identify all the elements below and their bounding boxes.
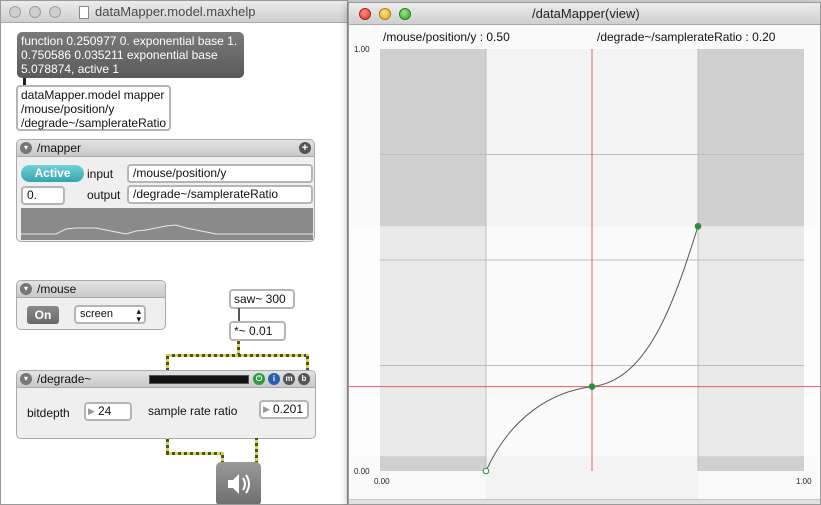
power-icon[interactable]: ⏻	[253, 373, 265, 385]
mouse-panel-title: /mouse	[37, 282, 77, 296]
bitdepth-value: 24	[98, 404, 112, 418]
updown-arrows-icon: ▴ ▾	[136, 306, 141, 324]
mouse-mode-value: screen	[80, 308, 114, 320]
bitdepth-label: bitdepth	[27, 406, 70, 420]
speaker-icon	[228, 474, 250, 494]
zoom-button[interactable]	[399, 8, 411, 20]
curve-point	[482, 467, 490, 475]
function-message-box[interactable]: function 0.250977 0. exponential base 1.…	[17, 32, 244, 78]
model-object[interactable]: dataMapper.model mapper /mouse/position/…	[16, 85, 171, 131]
collapse-icon[interactable]: ▾	[20, 283, 32, 295]
scope-trace	[21, 224, 313, 235]
minimize-button[interactable]	[29, 6, 41, 18]
number-arrow-icon: ▶	[263, 404, 270, 414]
curve-point	[694, 222, 702, 230]
sample-rate-ratio-number[interactable]: ▶ 0.201	[259, 400, 309, 419]
mapping-plot[interactable]	[349, 3, 821, 505]
mapper-panel: ▾ /mapper + Active input /mouse/position…	[16, 139, 315, 242]
mouse-on-toggle[interactable]: On	[27, 306, 59, 324]
x-max-label: 1.00	[796, 477, 812, 486]
plot-background	[380, 49, 804, 471]
y-max-label: 1.00	[354, 45, 370, 54]
mapper-panel-title: /mapper	[37, 141, 82, 155]
signal-cord	[166, 354, 169, 371]
saw-object[interactable]: saw~ 300	[229, 289, 295, 309]
collapse-icon[interactable]: ▾	[20, 373, 32, 385]
collapse-icon[interactable]: ▾	[20, 142, 32, 154]
close-button[interactable]	[9, 6, 21, 18]
dac-speaker-button[interactable]	[216, 462, 261, 504]
number-box[interactable]: 0.	[21, 186, 65, 205]
document-icon	[79, 6, 89, 19]
signal-cord	[166, 452, 223, 455]
zoom-button[interactable]	[49, 6, 61, 18]
window-title: /dataMapper(view)	[532, 6, 640, 21]
model-object-line: /degrade~/samplerateRatio	[21, 116, 167, 130]
signal-cord	[306, 354, 309, 371]
info-icon[interactable]: i	[268, 373, 280, 385]
help-patcher-window: dataMapper.model.maxhelp function 0.2509…	[0, 0, 348, 505]
model-object-line: /mouse/position/y	[21, 102, 115, 116]
add-icon[interactable]: +	[299, 142, 311, 154]
mapping-curve	[485, 226, 699, 472]
model-object-line: dataMapper.model mapper	[21, 88, 165, 102]
bottom-scrollbar-track[interactable]	[349, 499, 820, 504]
x-min-label: 0.00	[374, 477, 390, 486]
titlebar: /dataMapper(view)	[349, 3, 820, 25]
minimize-button[interactable]	[379, 8, 391, 20]
sample-rate-ratio-label: sample rate ratio	[148, 404, 238, 418]
input-label: input	[87, 167, 114, 181]
mouse-panel: ▾ /mouse On screen ▴ ▾	[16, 280, 166, 330]
mapper-panel-header: ▾ /mapper +	[17, 140, 314, 157]
level-meter	[149, 375, 249, 384]
degrade-panel: ▾ /degrade~ ⏻ i m b bitdepth ▶ 24 sample…	[16, 370, 316, 439]
signal-scope	[21, 208, 313, 240]
input-readout: /mouse/position/y : 0.50	[383, 30, 510, 44]
mute-icon[interactable]: m	[283, 373, 295, 385]
output-readout: /degrade~/samplerateRatio : 0.20	[597, 30, 776, 44]
active-output-band	[349, 226, 820, 457]
mouse-mode-menu[interactable]: screen ▴ ▾	[74, 305, 146, 324]
mapper-view-window: /dataMapper(view) /mouse/position/y : 0.…	[348, 2, 821, 505]
signal-cord	[255, 438, 258, 464]
input-address-field[interactable]: /mouse/position/y	[127, 164, 313, 183]
mouse-panel-header: ▾ /mouse	[17, 281, 165, 298]
window-title: dataMapper.model.maxhelp	[95, 4, 256, 19]
active-toggle[interactable]: Active	[21, 165, 84, 182]
degrade-panel-title: /degrade~	[37, 372, 92, 386]
titlebar: dataMapper.model.maxhelp	[1, 1, 347, 23]
signal-cord	[166, 354, 309, 357]
output-address-field[interactable]: /degrade~/samplerateRatio	[127, 185, 313, 204]
active-input-band	[486, 49, 698, 501]
bitdepth-number[interactable]: ▶ 24	[84, 402, 132, 421]
number-arrow-icon: ▶	[88, 406, 95, 416]
y-min-label: 0.00	[354, 467, 370, 476]
bypass-icon[interactable]: b	[298, 373, 310, 385]
sample-rate-ratio-value: 0.201	[273, 402, 304, 416]
close-button[interactable]	[359, 8, 371, 20]
multiply-object[interactable]: *~ 0.01	[229, 321, 286, 341]
curve-point	[588, 383, 596, 390]
output-label: output	[87, 188, 121, 202]
degrade-panel-header: ▾ /degrade~ ⏻ i m b	[17, 371, 315, 388]
